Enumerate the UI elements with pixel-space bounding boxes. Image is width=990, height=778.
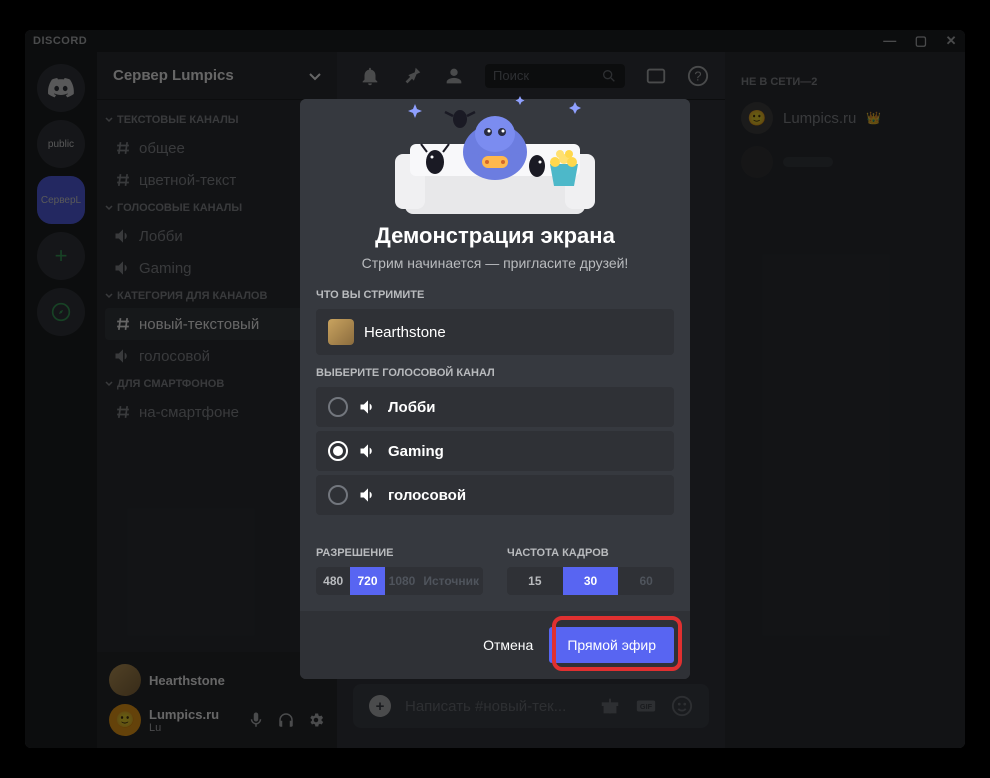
- voice-channel-option[interactable]: голосовой: [316, 475, 674, 515]
- resolution-segmented: 4807201080Источник: [316, 567, 483, 595]
- app-icon: [328, 319, 354, 345]
- stream-illustration: [355, 74, 635, 224]
- radio-icon: [328, 397, 348, 417]
- stream-settings: РАЗРЕШЕНИЕ 4807201080Источник ЧАСТОТА КА…: [316, 535, 674, 595]
- voice-channel-label: ВЫБЕРИТЕ ГОЛОСОВОЙ КАНАЛ: [316, 367, 674, 379]
- seg-option: Источник: [419, 567, 483, 595]
- voice-channel-option[interactable]: Gaming: [316, 431, 674, 471]
- seg-option[interactable]: 30: [563, 567, 619, 595]
- go-live-button[interactable]: Прямой эфир: [549, 627, 674, 663]
- radio-icon: [328, 485, 348, 505]
- seg-option[interactable]: 480: [316, 567, 350, 595]
- modal-backdrop[interactable]: ✕: [25, 30, 965, 748]
- framerate-group: ЧАСТОТА КАДРОВ 153060: [507, 535, 674, 595]
- voice-channel-option[interactable]: Лобби: [316, 387, 674, 427]
- modal-title: Демонстрация экрана: [316, 223, 674, 249]
- modal-subtitle: Стрим начинается — пригласите друзей!: [316, 255, 674, 271]
- seg-option: 60: [618, 567, 674, 595]
- screen-share-modal: ✕: [300, 99, 690, 679]
- modal-hero: [300, 99, 690, 219]
- framerate-segmented: 153060: [507, 567, 674, 595]
- streaming-app-selector[interactable]: Hearthstone: [316, 309, 674, 355]
- seg-option: 1080: [385, 567, 420, 595]
- framerate-label: ЧАСТОТА КАДРОВ: [507, 547, 674, 559]
- what-streaming-label: ЧТО ВЫ СТРИМИТЕ: [316, 289, 674, 301]
- streaming-app-name: Hearthstone: [364, 324, 446, 341]
- seg-option[interactable]: 720: [350, 567, 384, 595]
- modal-body: Демонстрация экрана Стрим начинается — п…: [300, 223, 690, 611]
- cancel-button[interactable]: Отмена: [483, 637, 533, 653]
- resolution-group: РАЗРЕШЕНИЕ 4807201080Источник: [316, 535, 483, 595]
- seg-option[interactable]: 15: [507, 567, 563, 595]
- app-window: DISCORD — ▢ ✕ public СерверL + Сервер Lu…: [25, 30, 965, 748]
- resolution-label: РАЗРЕШЕНИЕ: [316, 547, 483, 559]
- modal-footer: Отмена Прямой эфир: [300, 611, 690, 679]
- radio-icon: [328, 441, 348, 461]
